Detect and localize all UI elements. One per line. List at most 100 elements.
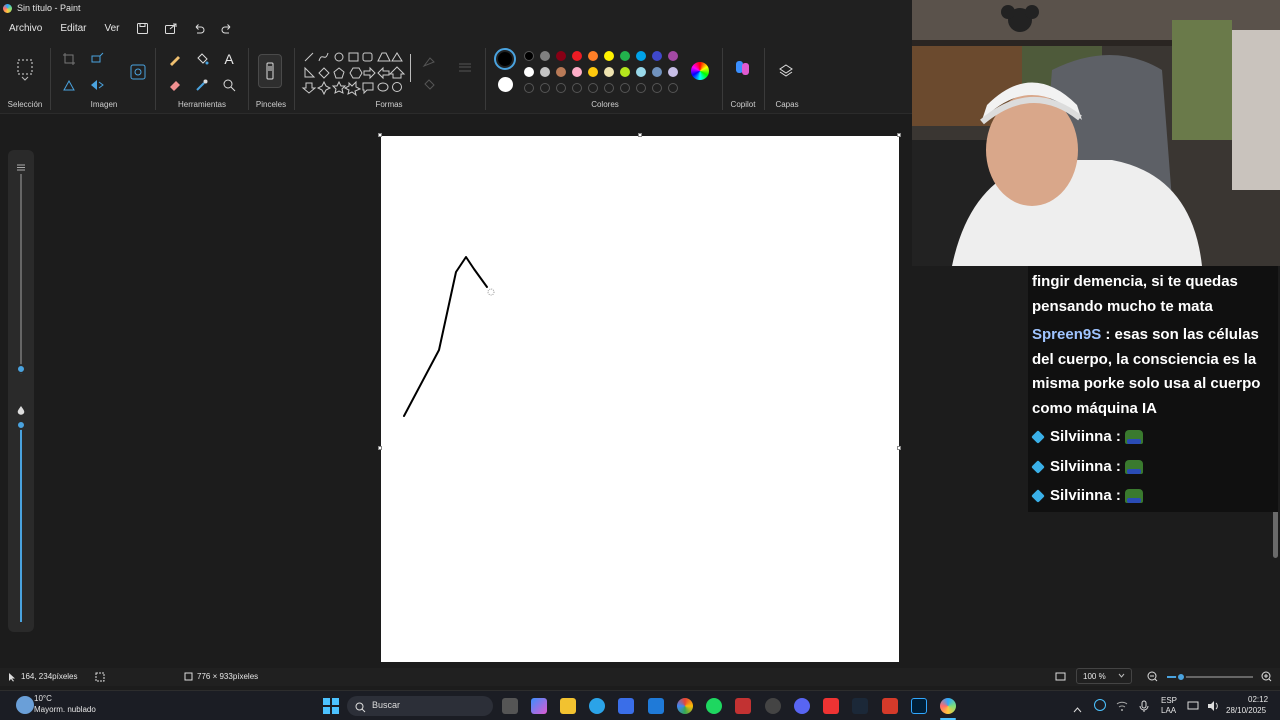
size-slider-handle[interactable] (16, 364, 26, 374)
shape-fill-icon[interactable] (420, 76, 438, 94)
pencil-icon[interactable] (166, 50, 184, 68)
save-icon[interactable] (135, 20, 151, 36)
streamlabs-icon[interactable] (823, 698, 839, 714)
shape-outline-icon[interactable] (420, 52, 438, 70)
shape-size-icon[interactable] (456, 58, 474, 76)
color-swatch[interactable] (652, 67, 662, 77)
custom-color-slot[interactable] (652, 83, 662, 93)
color-swatch[interactable] (668, 51, 678, 61)
copilot-icon[interactable] (733, 58, 753, 78)
custom-color-slot[interactable] (556, 83, 566, 93)
color-swatch[interactable] (524, 67, 534, 77)
obs-icon[interactable] (765, 698, 781, 714)
flip-icon[interactable] (88, 76, 106, 94)
menu-view[interactable]: Ver (95, 23, 128, 34)
color-swatch[interactable] (540, 67, 550, 77)
fit-to-window-icon[interactable] (1055, 671, 1066, 684)
color-swatch[interactable] (604, 67, 614, 77)
size-slider-track[interactable] (20, 174, 22, 368)
color-swatch[interactable] (524, 51, 534, 61)
zoom-slider-handle[interactable] (1176, 672, 1186, 682)
custom-color-slot[interactable] (524, 83, 534, 93)
weather-icon[interactable] (16, 696, 34, 714)
opacity-slider-handle[interactable] (16, 420, 26, 430)
copilot-taskbar-icon[interactable] (531, 698, 547, 714)
chevron-up-icon[interactable] (1073, 700, 1082, 718)
volume-icon[interactable] (1207, 699, 1219, 711)
color-swatch[interactable] (556, 67, 566, 77)
discord-icon[interactable] (794, 698, 810, 714)
drawing-canvas[interactable] (381, 136, 899, 662)
windows-start-icon[interactable] (323, 698, 339, 714)
microphone-icon[interactable] (1138, 699, 1150, 712)
voicemeeter-icon[interactable] (735, 698, 751, 714)
color-swatch[interactable] (652, 51, 662, 61)
fill-bucket-icon[interactable] (193, 50, 211, 68)
clock-date[interactable]: 28/10/2025 (1226, 706, 1266, 715)
color-swatch[interactable] (636, 67, 646, 77)
layers-icon[interactable] (777, 62, 795, 80)
color-swatch[interactable] (556, 51, 566, 61)
resize-handle[interactable] (378, 133, 382, 137)
keyboard-layout[interactable]: LAA (1161, 706, 1176, 715)
file-explorer-icon[interactable] (560, 698, 576, 714)
outlook-icon[interactable] (648, 698, 664, 714)
primary-color-selector[interactable] (494, 48, 516, 70)
brush-icon[interactable] (258, 54, 282, 88)
color-swatch[interactable] (572, 67, 582, 77)
redo-icon[interactable] (219, 20, 235, 36)
steam-icon[interactable] (852, 698, 868, 714)
custom-color-slot[interactable] (620, 83, 630, 93)
resize-handle[interactable] (378, 446, 382, 450)
crop-icon[interactable] (60, 50, 78, 68)
chrome-icon[interactable] (677, 698, 693, 714)
clock-time[interactable]: 02:12 (1248, 695, 1268, 704)
color-swatch[interactable] (620, 67, 630, 77)
shapes-gallery[interactable] (300, 46, 408, 98)
language-indicator[interactable]: ESP (1161, 696, 1177, 705)
color-swatch[interactable] (620, 51, 630, 61)
color-swatch[interactable] (588, 51, 598, 61)
color-swatch[interactable] (572, 51, 582, 61)
zoom-out-icon[interactable] (1147, 671, 1158, 684)
resize-handle[interactable] (897, 133, 901, 137)
custom-color-slot[interactable] (604, 83, 614, 93)
custom-color-slot[interactable] (572, 83, 582, 93)
opacity-slider-track[interactable] (20, 422, 22, 622)
spotify-icon[interactable] (706, 698, 722, 714)
store-icon[interactable] (618, 698, 634, 714)
chevron-down-icon[interactable] (16, 74, 34, 84)
text-tool-icon[interactable]: A (220, 50, 238, 68)
resize-handle[interactable] (638, 133, 642, 137)
menu-edit[interactable]: Editar (51, 23, 95, 34)
resize-handle[interactable] (897, 446, 901, 450)
paint-taskbar-icon[interactable] (940, 698, 956, 714)
color-swatch[interactable] (604, 51, 614, 61)
resize-icon[interactable] (88, 50, 106, 68)
custom-color-slot[interactable] (668, 83, 678, 93)
display-icon[interactable] (1187, 699, 1199, 711)
edge-icon[interactable] (589, 698, 605, 714)
search-box[interactable]: Buscar (347, 696, 493, 716)
task-view-icon[interactable] (502, 698, 518, 714)
sync-icon[interactable] (1094, 699, 1106, 711)
color-swatch[interactable] (540, 51, 550, 61)
custom-color-slot[interactable] (540, 83, 550, 93)
background-removal-icon[interactable] (60, 76, 78, 94)
undo-icon[interactable] (191, 20, 207, 36)
eraser-icon[interactable] (166, 76, 184, 94)
magnifier-icon[interactable] (220, 76, 238, 94)
color-swatch[interactable] (636, 51, 646, 61)
color-picker-icon[interactable] (193, 76, 211, 94)
photoshop-icon[interactable] (911, 698, 927, 714)
color-swatch[interactable] (668, 67, 678, 77)
edit-colors-icon[interactable] (691, 62, 709, 80)
share-icon[interactable] (163, 20, 179, 36)
custom-color-slot[interactable] (588, 83, 598, 93)
zoom-in-icon[interactable] (1261, 671, 1272, 684)
zoom-dropdown[interactable]: 100 % (1076, 668, 1132, 684)
color-swatch[interactable] (588, 67, 598, 77)
secondary-color-swatch[interactable] (498, 77, 513, 92)
image-select-icon[interactable] (128, 62, 148, 82)
custom-color-slot[interactable] (636, 83, 646, 93)
